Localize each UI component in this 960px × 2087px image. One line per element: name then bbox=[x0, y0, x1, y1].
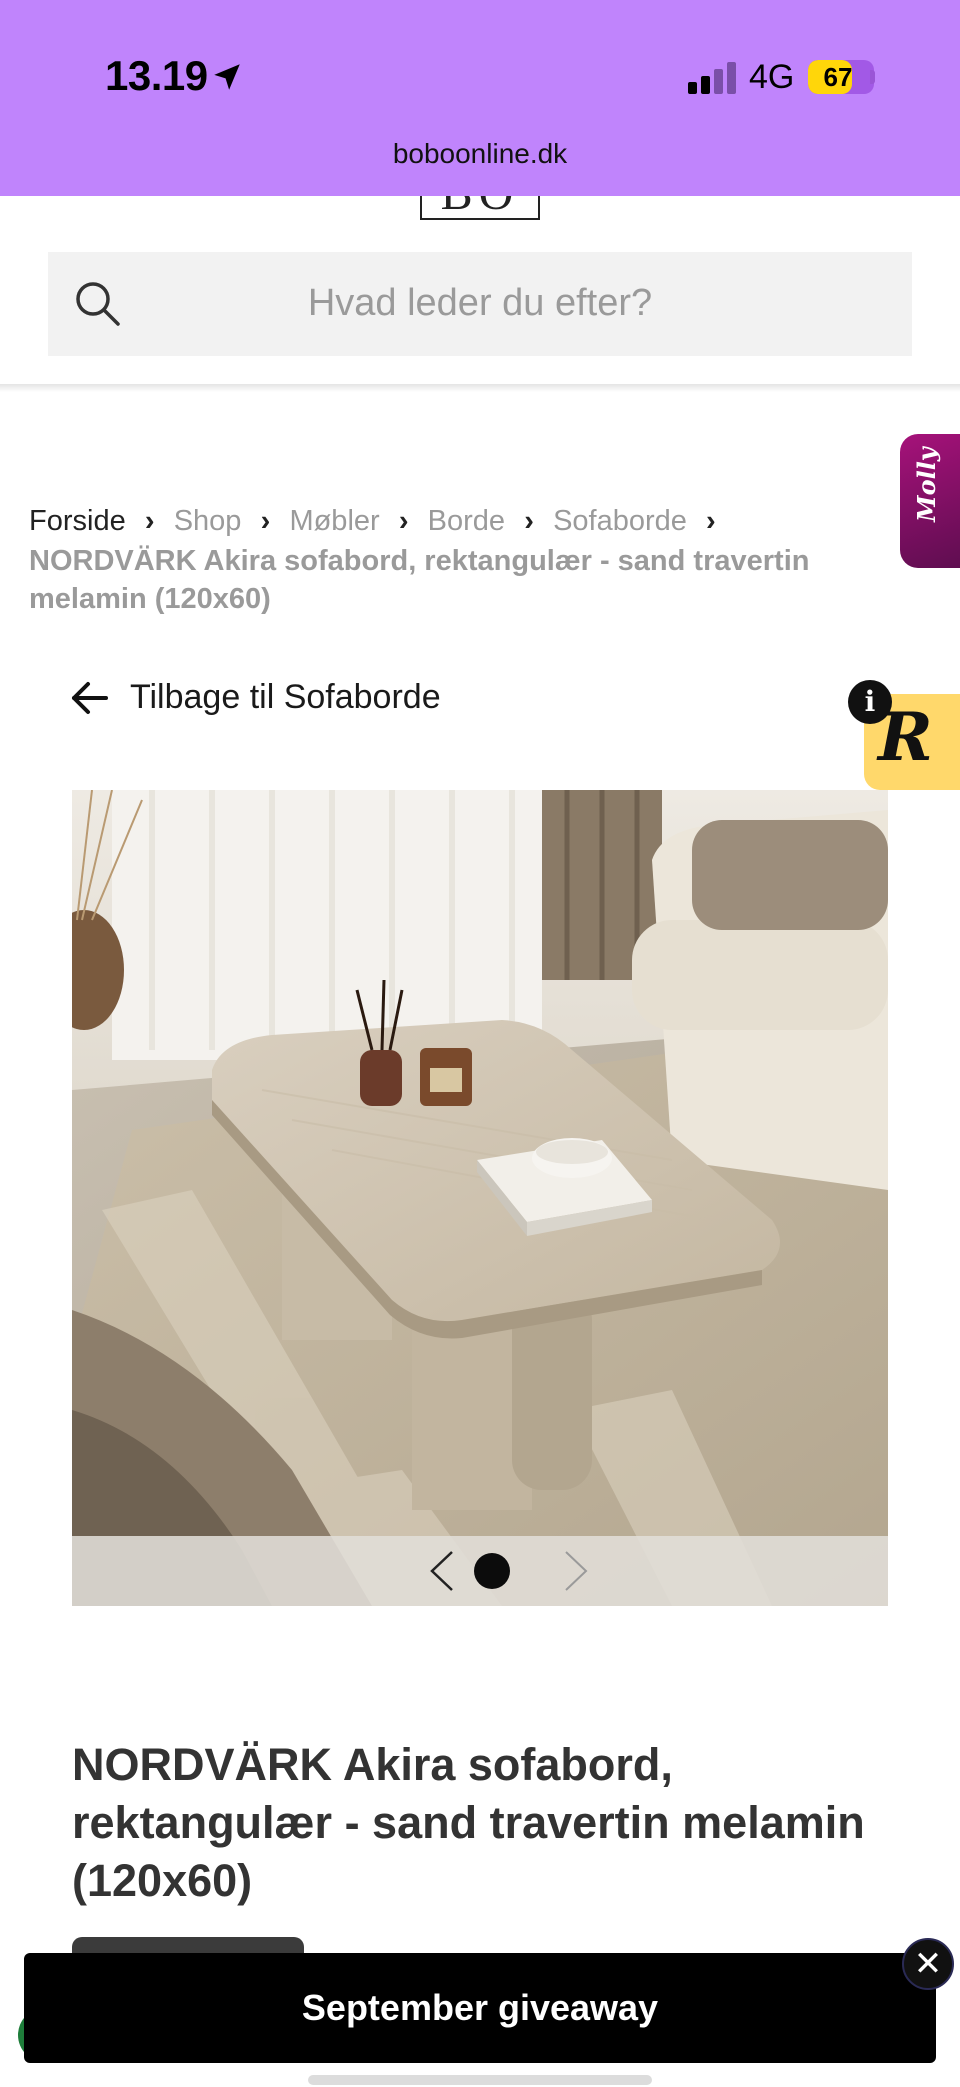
chevron-right-icon: › bbox=[260, 505, 271, 537]
close-icon[interactable]: ✕ bbox=[902, 1938, 954, 1990]
gallery-controls bbox=[72, 1536, 888, 1606]
product-title: NORDVÄRK Akira sofabord, rektangulær - s… bbox=[72, 1739, 865, 1906]
chevron-right-icon[interactable] bbox=[556, 1548, 596, 1594]
info-icon[interactable]: i bbox=[848, 680, 892, 724]
logo-text: BO bbox=[422, 196, 538, 218]
chevron-right-icon: › bbox=[706, 505, 716, 537]
gallery-dot-active[interactable] bbox=[474, 1553, 510, 1589]
giveaway-banner[interactable]: September giveaway bbox=[24, 1953, 936, 2063]
breadcrumb-item-shop[interactable]: Shop bbox=[174, 505, 242, 537]
breadcrumb-item-mobler[interactable]: Møbler bbox=[289, 505, 379, 537]
chevron-left-icon[interactable] bbox=[422, 1548, 462, 1594]
chevron-right-icon: › bbox=[524, 505, 534, 537]
network-type: 4G bbox=[749, 58, 795, 96]
product-image[interactable] bbox=[72, 790, 888, 1606]
molly-label: Molly bbox=[912, 447, 941, 522]
location-arrow-icon bbox=[214, 64, 240, 90]
home-indicator bbox=[308, 2075, 652, 2085]
breadcrumb: Forside › Shop › Møbler › Borde › Sofaborde › NOR… bbox=[29, 502, 899, 618]
signal-strength-icon bbox=[688, 62, 736, 94]
status-time: 13.19 bbox=[105, 52, 208, 99]
breadcrumb-current: NORDVÄRK Akira sofabord, rektangulær - s… bbox=[29, 545, 810, 615]
battery-percentage: 67 bbox=[823, 62, 853, 92]
search-input[interactable]: Hvad leder du efter? bbox=[48, 282, 912, 325]
battery-icon: 67 bbox=[808, 60, 874, 94]
battery-nub bbox=[870, 70, 875, 84]
coffee-table-photo bbox=[72, 790, 888, 1606]
arrow-left-icon bbox=[72, 682, 108, 714]
breadcrumb-item-borde[interactable]: Borde bbox=[428, 505, 505, 537]
giveaway-label: September giveaway bbox=[301, 1987, 659, 2028]
molly-chat-tab[interactable]: Molly bbox=[900, 434, 960, 568]
chevron-right-icon: › bbox=[144, 505, 155, 537]
status-bar: 13.19 4G 67 boboonline.dk bbox=[0, 0, 960, 196]
back-link-label: Tilbage til Sofaborde bbox=[130, 678, 441, 716]
url-bar[interactable]: boboonline.dk bbox=[0, 138, 960, 170]
search-box[interactable]: Hvad leder du efter? bbox=[48, 252, 912, 356]
header-divider bbox=[0, 384, 960, 392]
breadcrumb-item-sofaborde[interactable]: Sofaborde bbox=[553, 505, 687, 537]
chevron-right-icon: › bbox=[398, 505, 409, 537]
breadcrumb-item-forside[interactable]: Forside bbox=[29, 505, 126, 537]
site-logo[interactable]: BO bbox=[420, 196, 540, 220]
